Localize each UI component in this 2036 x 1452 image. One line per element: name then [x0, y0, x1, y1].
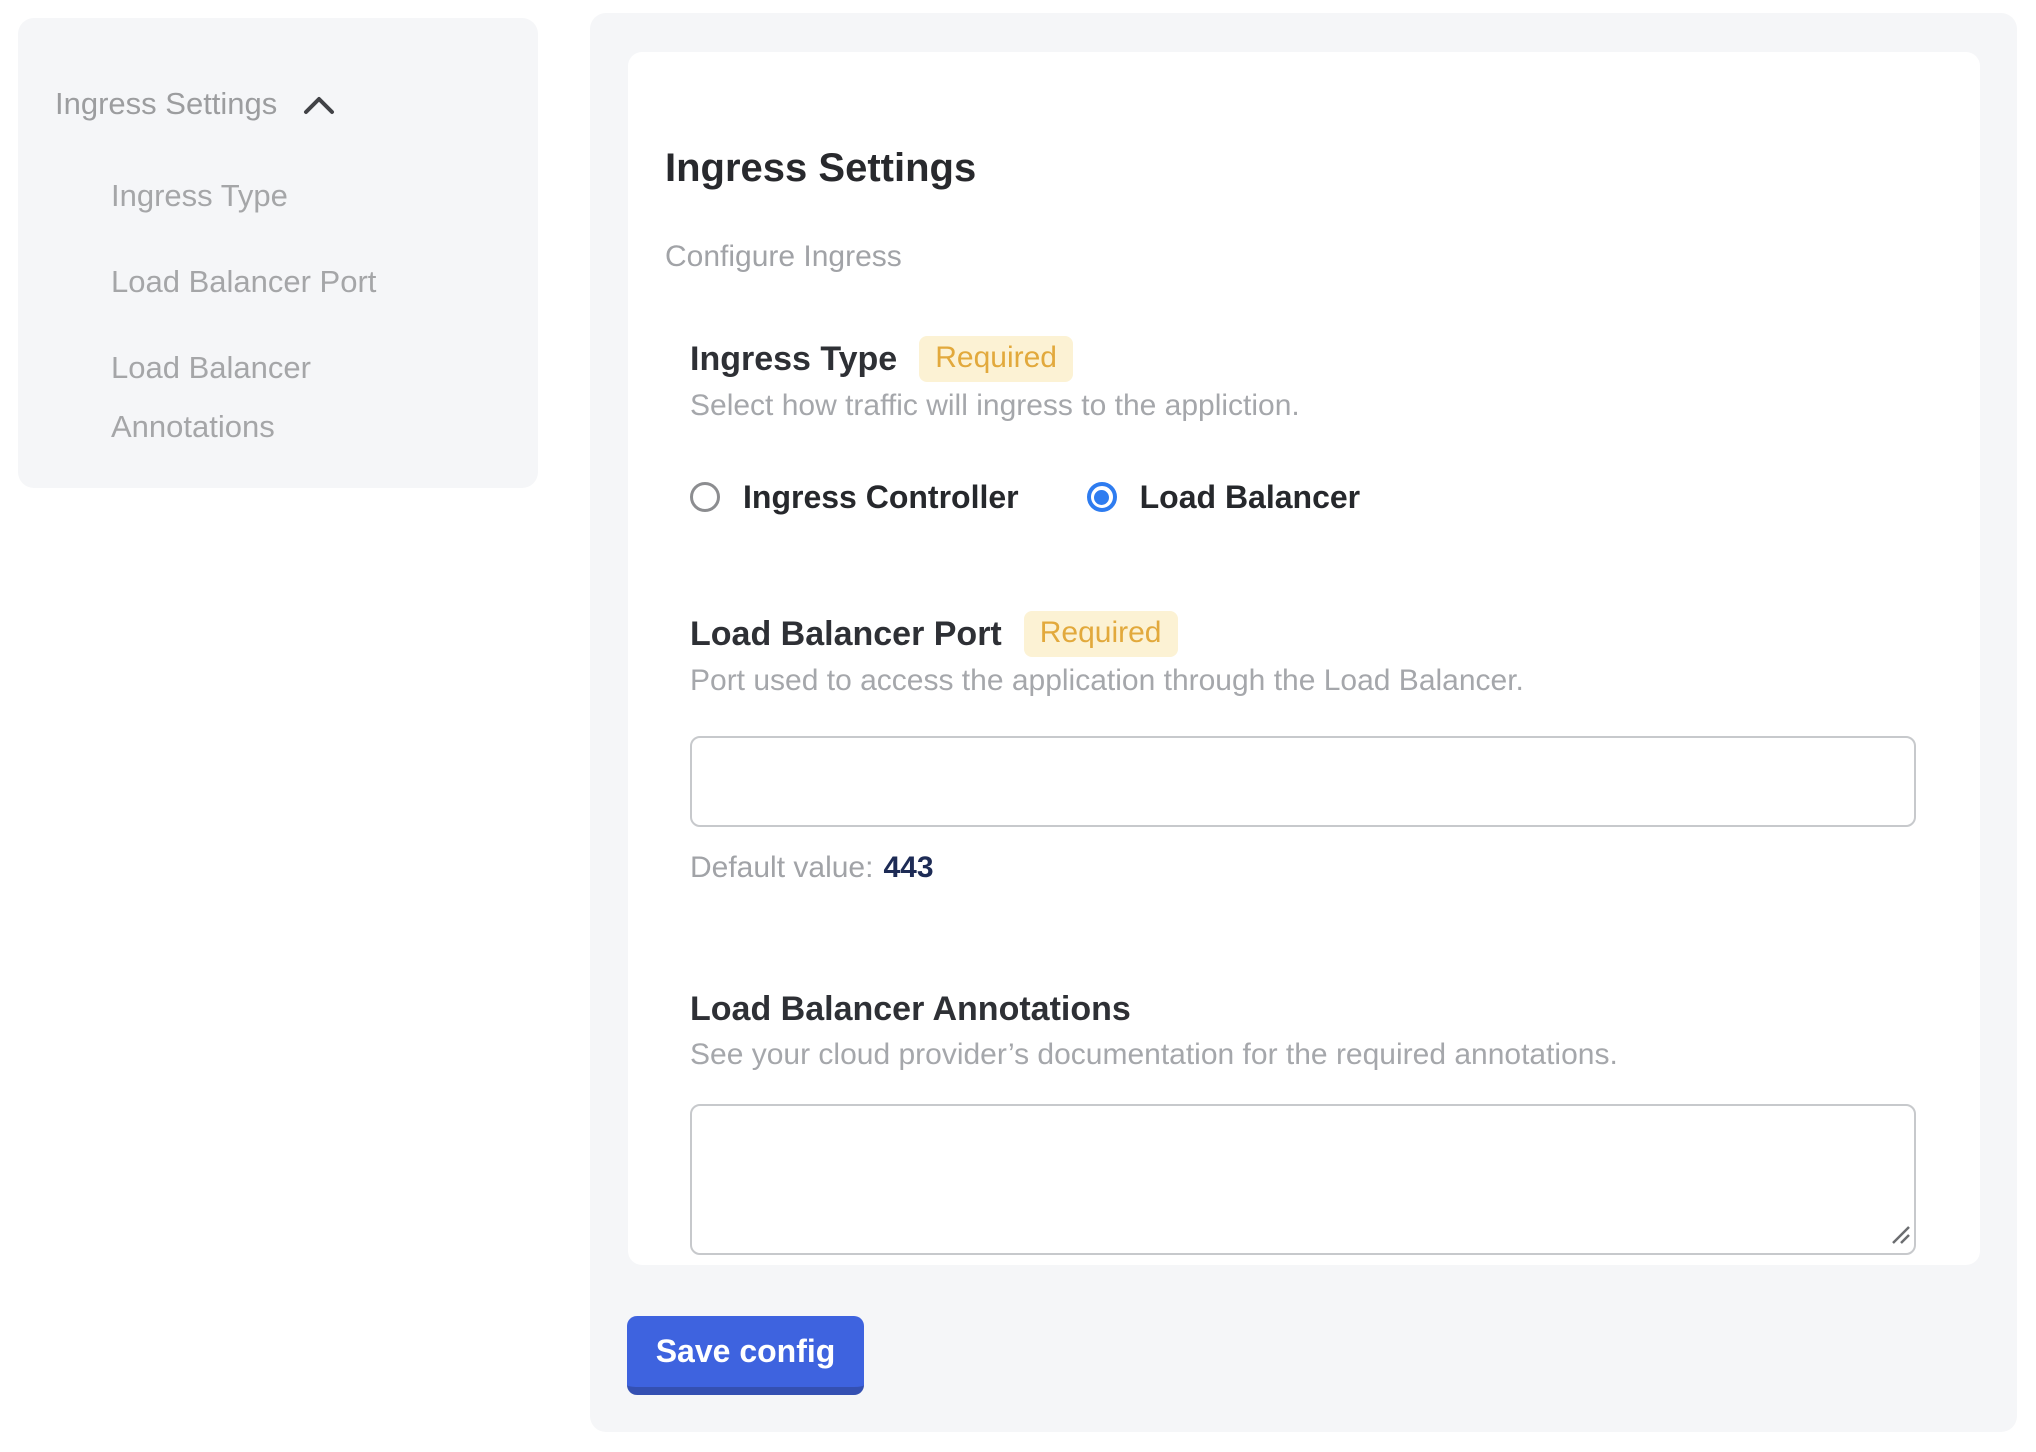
main-panel: Ingress Settings Configure Ingress Ingre…	[590, 13, 2017, 1432]
load-balancer-annotations-description: See your cloud provider’s documentation …	[690, 1036, 1916, 1074]
radio-option-load-balancer[interactable]: Load Balancer	[1087, 479, 1361, 515]
required-badge: Required	[1024, 611, 1178, 657]
radio-label: Load Balancer	[1140, 479, 1361, 515]
default-value-line: Default value: 443	[690, 849, 1916, 887]
page-title: Ingress Settings	[665, 144, 1916, 192]
field-load-balancer-annotations: Load Balancer Annotations See your cloud…	[690, 987, 1916, 1255]
load-balancer-annotations-label: Load Balancer Annotations	[690, 987, 1131, 1031]
page-subtitle: Configure Ingress	[665, 238, 1916, 276]
radio-label: Ingress Controller	[743, 479, 1019, 515]
sidebar-item-ingress-type[interactable]: Ingress Type	[111, 166, 491, 225]
sidebar-item-load-balancer-port[interactable]: Load Balancer Port	[111, 252, 491, 311]
default-value: 443	[883, 851, 933, 884]
default-value-label: Default value:	[690, 851, 873, 884]
sidebar-item-load-balancer-annotations[interactable]: Load Balancer Annotations	[111, 338, 381, 456]
radio-icon[interactable]	[1087, 482, 1117, 512]
load-balancer-port-label: Load Balancer Port	[690, 612, 1002, 656]
field-ingress-type: Ingress Type Required Select how traffic…	[690, 336, 1916, 515]
load-balancer-port-input[interactable]	[690, 736, 1916, 827]
load-balancer-annotations-textarea[interactable]	[690, 1104, 1916, 1255]
ingress-settings-card: Ingress Settings Configure Ingress Ingre…	[628, 52, 1980, 1265]
load-balancer-port-description: Port used to access the application thro…	[690, 662, 1916, 700]
ingress-type-radio-group: Ingress Controller Load Balancer	[690, 479, 1916, 515]
radio-option-ingress-controller[interactable]: Ingress Controller	[690, 479, 1019, 515]
chevron-up-icon	[303, 95, 335, 117]
save-config-button[interactable]: Save config	[627, 1316, 864, 1395]
sidebar-group-ingress-settings[interactable]: Ingress Settings	[55, 84, 335, 124]
ingress-type-label: Ingress Type	[690, 337, 897, 381]
sidebar-group-label: Ingress Settings	[55, 84, 277, 124]
field-load-balancer-port: Load Balancer Port Required Port used to…	[690, 611, 1916, 887]
radio-icon[interactable]	[690, 482, 720, 512]
ingress-type-description: Select how traffic will ingress to the a…	[690, 387, 1916, 425]
required-badge: Required	[919, 336, 1073, 382]
sidebar-item-list: Ingress Type Load Balancer Port Load Bal…	[111, 166, 491, 456]
settings-sidebar: Ingress Settings Ingress Type Load Balan…	[18, 18, 538, 488]
